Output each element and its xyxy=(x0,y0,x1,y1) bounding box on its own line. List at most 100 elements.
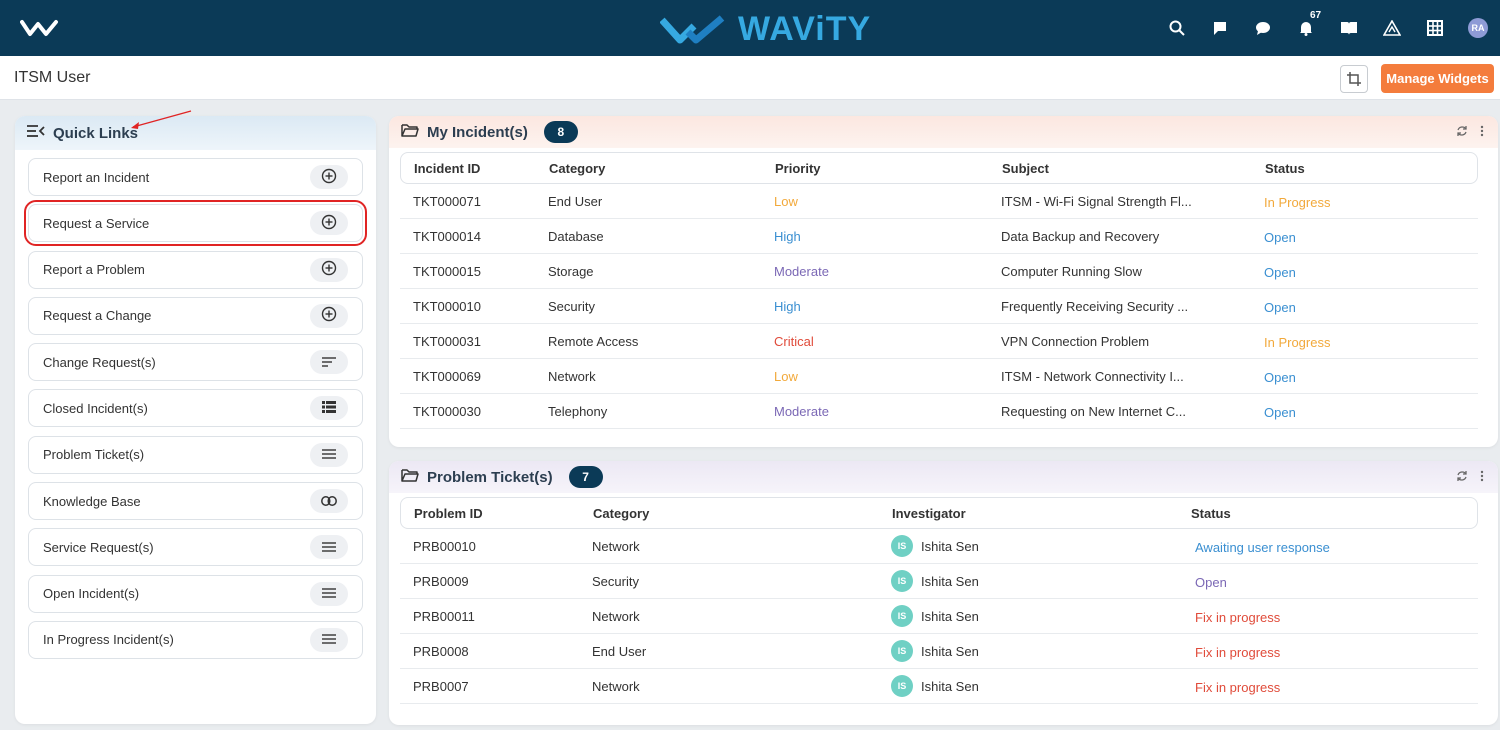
incident-subject-cell[interactable]: VPN Connection Problem xyxy=(988,334,1251,349)
quick-link-action-button[interactable] xyxy=(310,581,348,606)
incident-priority-cell: High xyxy=(774,298,801,314)
grid-icon[interactable] xyxy=(1421,14,1449,42)
incident-subject-cell[interactable]: Computer Running Slow xyxy=(988,264,1251,279)
incident-subject-cell[interactable]: ITSM - Network Connectivity I... xyxy=(988,369,1251,384)
incident-status-cell: Open xyxy=(1264,404,1296,420)
investigator: IS Ishita Sen xyxy=(891,675,1177,697)
incidents-table-header: Incident ID Category Priority Subject St… xyxy=(400,152,1478,184)
problem-status-cell: Fix in progress xyxy=(1195,644,1281,660)
table-row[interactable]: TKT000069 Network Low ITSM - Network Connec… xyxy=(400,359,1478,394)
quick-link-label: Closed Incident(s) xyxy=(43,400,148,416)
table-row[interactable]: PRB0008 End User IS Ishita Sen Fix in progre… xyxy=(400,634,1478,669)
search-icon[interactable] xyxy=(1163,14,1191,42)
quick-link-action-button[interactable] xyxy=(310,257,348,282)
incident-id-cell[interactable]: TKT000031 xyxy=(400,334,535,349)
table-row[interactable]: TKT000071 End User Low ITSM - Wi-Fi Signal … xyxy=(400,184,1478,219)
quick-link-action-button[interactable] xyxy=(310,303,348,328)
incident-subject-cell[interactable]: Data Backup and Recovery xyxy=(988,229,1251,244)
incident-id-cell[interactable]: TKT000030 xyxy=(400,404,535,419)
quick-link-item[interactable]: Open Incident(s) xyxy=(28,574,363,613)
column-header[interactable]: Status xyxy=(1178,506,1458,521)
quick-link-item[interactable]: Closed Incident(s) xyxy=(28,389,363,428)
incident-id-cell[interactable]: TKT000071 xyxy=(400,194,535,209)
quick-link-item[interactable]: Problem Ticket(s) xyxy=(28,435,363,474)
incident-id-cell[interactable]: TKT000010 xyxy=(400,299,535,314)
table-row[interactable]: PRB00011 Network IS Ishita Sen Fix in progre… xyxy=(400,599,1478,634)
quick-links-panel: Quick Links Report an Incident Request a … xyxy=(15,116,376,724)
warning-icon[interactable] xyxy=(1378,14,1406,42)
quick-link-label: Report a Problem xyxy=(43,262,145,278)
more-options-icon[interactable] xyxy=(1480,469,1484,487)
quick-link-label: Change Request(s) xyxy=(43,354,156,370)
user-avatar[interactable]: RA xyxy=(1464,14,1492,42)
quick-link-label: Knowledge Base xyxy=(43,493,141,509)
book-icon[interactable] xyxy=(1335,14,1363,42)
problem-id-cell[interactable]: PRB0007 xyxy=(400,679,579,694)
investigator-avatar: IS xyxy=(891,675,913,697)
refresh-icon[interactable] xyxy=(1456,124,1468,142)
incident-priority-cell: Moderate xyxy=(774,263,829,279)
column-header[interactable]: Status xyxy=(1252,161,1452,176)
incident-id-cell[interactable]: TKT000015 xyxy=(400,264,535,279)
manage-widgets-button[interactable]: Manage Widgets xyxy=(1381,64,1494,93)
problem-id-cell[interactable]: PRB0009 xyxy=(400,574,579,589)
quick-link-action-button[interactable] xyxy=(310,535,348,560)
incident-id-cell[interactable]: TKT000069 xyxy=(400,369,535,384)
table-row[interactable]: TKT000030 Telephony Moderate Requesting on … xyxy=(400,394,1478,429)
quick-link-action-button[interactable] xyxy=(310,211,348,236)
table-row[interactable]: TKT000014 Database High Data Backup and Rec… xyxy=(400,219,1478,254)
problem-id-cell[interactable]: PRB0008 xyxy=(400,644,579,659)
quick-link-action-button[interactable] xyxy=(310,396,348,421)
quick-link-action-button[interactable] xyxy=(310,442,348,467)
problem-id-cell[interactable]: PRB00010 xyxy=(400,539,579,554)
quick-link-item[interactable]: Knowledge Base xyxy=(28,482,363,521)
quick-link-action-button[interactable] xyxy=(310,489,348,514)
page-header: ITSM User Manage Widgets xyxy=(0,56,1500,100)
quick-link-item[interactable]: Report an Incident xyxy=(28,158,363,196)
more-options-icon[interactable] xyxy=(1480,124,1484,142)
problem-id-cell[interactable]: PRB00011 xyxy=(400,609,579,624)
table-row[interactable]: PRB00010 Network IS Ishita Sen Awaiting user… xyxy=(400,529,1478,564)
brand-mark-icon xyxy=(660,15,725,44)
incident-subject-cell[interactable]: Requesting on New Internet C... xyxy=(988,404,1251,419)
column-header[interactable]: Subject xyxy=(989,161,1252,176)
message-icon[interactable] xyxy=(1249,14,1277,42)
quick-link-item[interactable]: Service Request(s) xyxy=(28,528,363,567)
problem-category-cell: Network xyxy=(592,608,640,624)
refresh-icon[interactable] xyxy=(1456,469,1468,487)
incidents-table: Incident ID Category Priority Subject St… xyxy=(400,152,1478,429)
quick-link-label: Request a Service xyxy=(43,215,150,231)
table-row[interactable]: TKT000010 Security High Frequently Receivin… xyxy=(400,289,1478,324)
table-row[interactable]: PRB0009 Security IS Ishita Sen Open xyxy=(400,564,1478,599)
bell-icon[interactable]: 67 xyxy=(1292,10,1321,42)
column-header[interactable]: Priority xyxy=(762,161,989,176)
column-header[interactable]: Investigator xyxy=(879,506,1178,521)
quick-link-item[interactable]: Request a Change xyxy=(28,296,363,335)
quick-link-item[interactable]: Report a Problem xyxy=(28,250,363,289)
column-header[interactable]: Incident ID xyxy=(401,161,536,176)
incident-id-cell[interactable]: TKT000014 xyxy=(400,229,535,244)
quick-link-action-button[interactable] xyxy=(310,165,348,189)
quick-link-item[interactable]: Request a Service xyxy=(24,200,367,247)
table-row[interactable]: TKT000031 Remote Access Critical VPN Connec… xyxy=(400,324,1478,359)
home-logo-icon[interactable] xyxy=(20,16,60,40)
column-header[interactable]: Problem ID xyxy=(401,506,580,521)
column-header[interactable]: Category xyxy=(580,506,879,521)
table-row[interactable]: TKT000015 Storage Moderate Computer Running… xyxy=(400,254,1478,289)
quick-link-label: Service Request(s) xyxy=(43,539,154,555)
quick-link-item[interactable]: In Progress Incident(s) xyxy=(28,620,363,659)
investigator-name: Ishita Sen xyxy=(921,538,979,554)
incident-subject-cell[interactable]: ITSM - Wi-Fi Signal Strength Fl... xyxy=(988,194,1251,209)
quick-link-action-button[interactable] xyxy=(310,627,348,652)
incident-subject-cell[interactable]: Frequently Receiving Security ... xyxy=(988,299,1251,314)
chat-icon[interactable] xyxy=(1206,14,1234,42)
brand-name: WAViTY xyxy=(738,9,872,48)
column-header[interactable]: Category xyxy=(536,161,762,176)
incident-priority-cell: Low xyxy=(774,193,798,209)
collapse-menu-icon[interactable] xyxy=(27,124,45,142)
quick-link-item[interactable]: Change Request(s) xyxy=(28,343,363,382)
quick-link-action-button[interactable] xyxy=(310,350,348,375)
crop-layout-button[interactable] xyxy=(1340,65,1368,93)
investigator-avatar: IS xyxy=(891,640,913,662)
table-row[interactable]: PRB0007 Network IS Ishita Sen Fix in progres… xyxy=(400,669,1478,704)
